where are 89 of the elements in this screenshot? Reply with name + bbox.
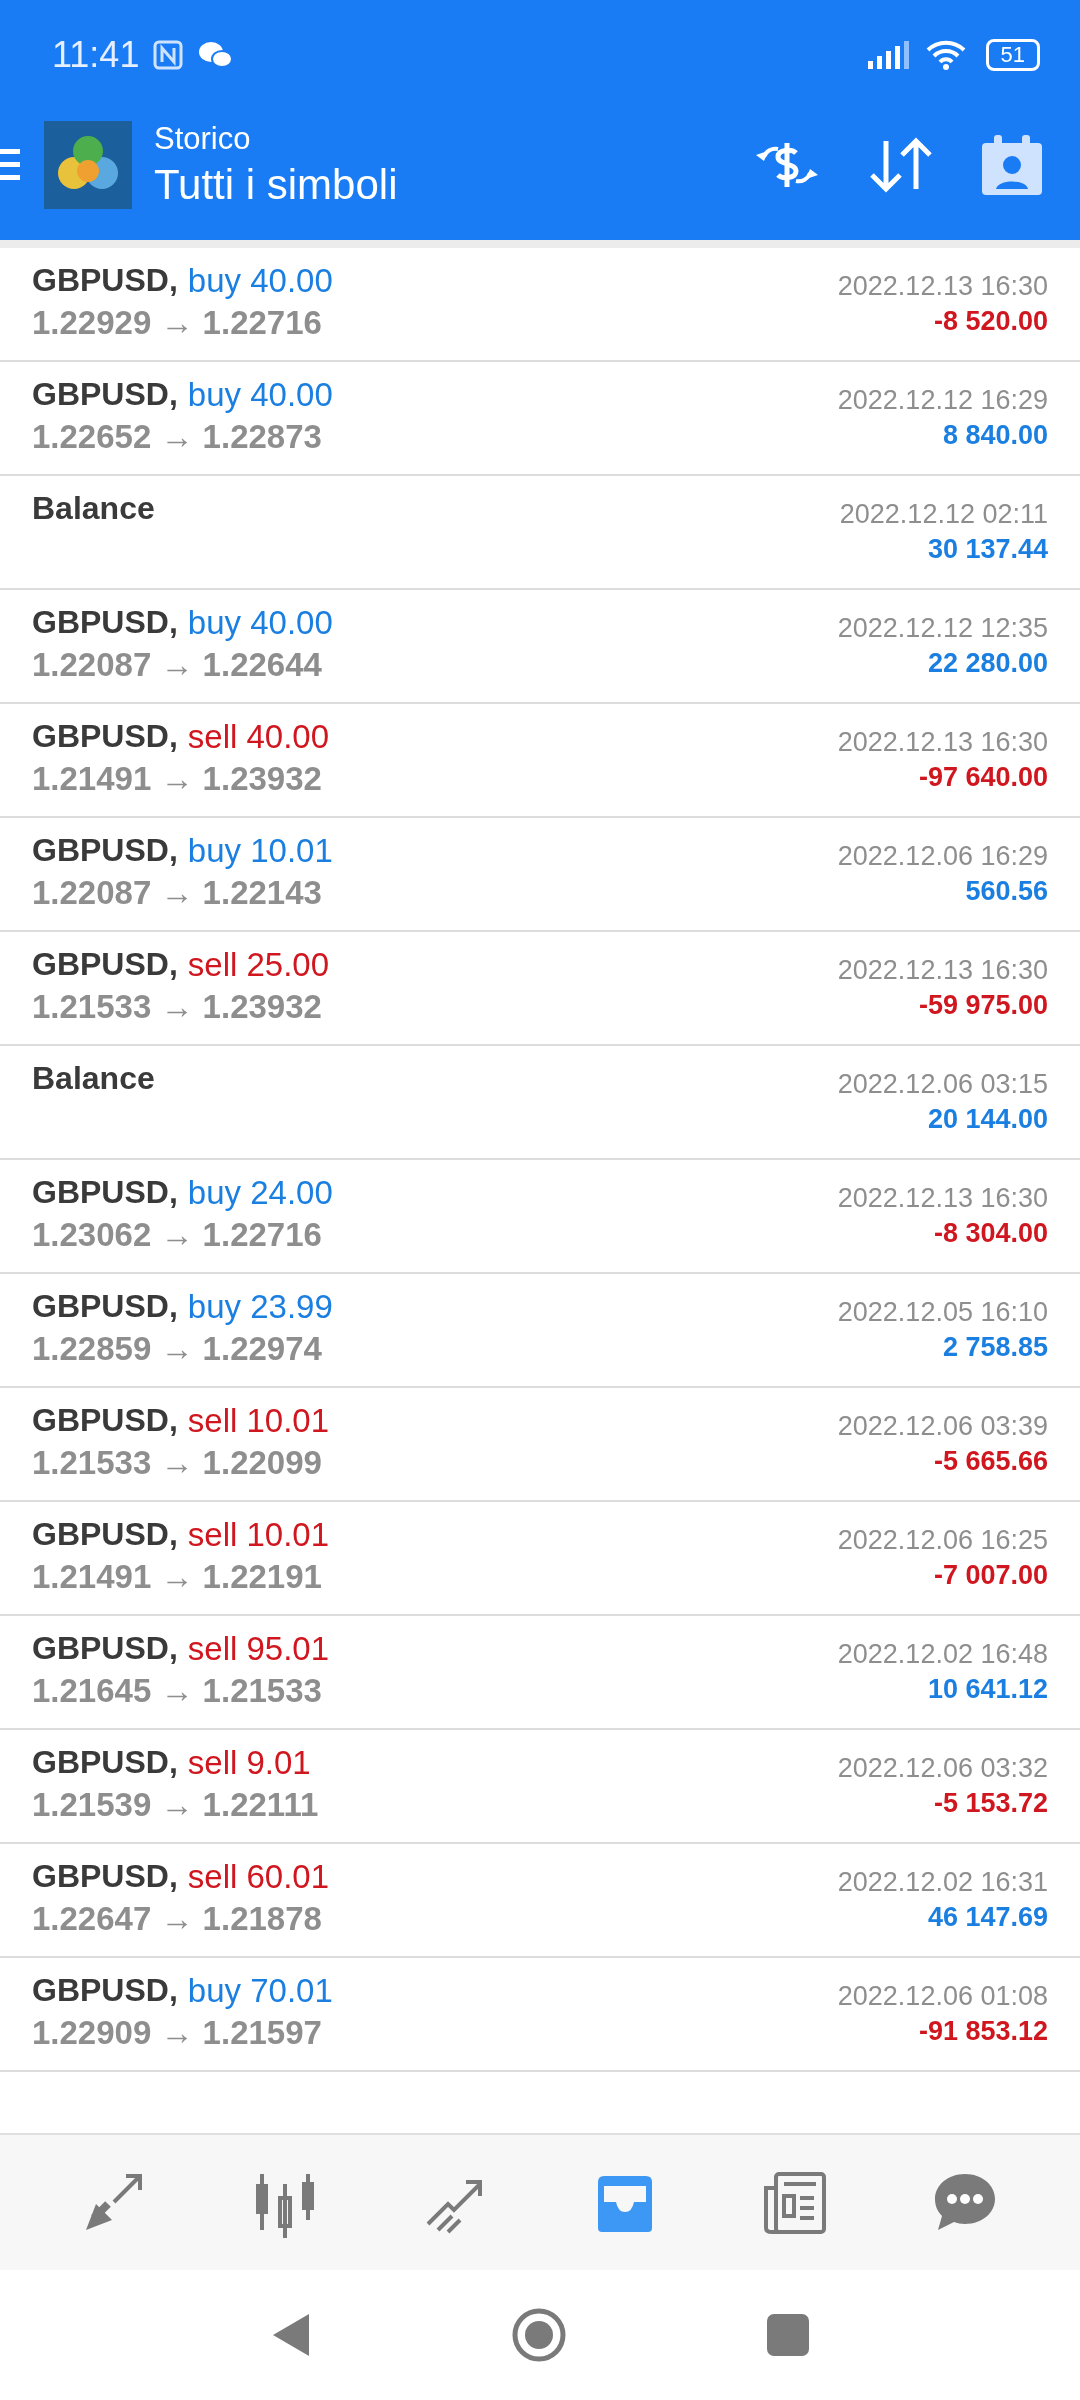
profit-value: 10 641.12 (927, 1674, 1048, 1705)
profit-value: 2 758.85 (942, 1332, 1048, 1363)
trade-date: 2022.12.06 03:32 (837, 1753, 1048, 1784)
price-range: 1.21491 → 1.22191 (32, 1558, 323, 1596)
trade-date: 2022.12.06 03:39 (837, 1411, 1048, 1442)
app-logo-icon (44, 121, 132, 209)
trade-date: 2022.12.06 03:15 (837, 1069, 1048, 1100)
profit-value: 30 137.44 (927, 534, 1048, 565)
profit-value: 20 144.00 (927, 1104, 1048, 1135)
trade-date: 2022.12.13 16:30 (837, 271, 1048, 302)
profit-value: -59 975.00 (918, 990, 1048, 1021)
price-range: 1.21539 → 1.22111 (32, 1786, 319, 1824)
operation-label: Balance (32, 490, 155, 527)
calendar-person-icon[interactable] (980, 133, 1044, 197)
symbol-label: GBPUSD, (32, 832, 178, 870)
symbol-label: GBPUSD, (32, 1744, 178, 1782)
home-icon[interactable] (511, 2307, 567, 2363)
trade-date: 2022.12.02 16:31 (837, 1867, 1048, 1898)
trade-action: buy 40.00 (187, 376, 333, 414)
symbol-label: GBPUSD, (32, 718, 178, 756)
trade-date: 2022.12.02 16:48 (837, 1639, 1048, 1670)
price-range: 1.21491 → 1.23932 (32, 760, 323, 798)
trade-action: buy 24.00 (187, 1174, 333, 1212)
price-range: 1.21533 → 1.22099 (32, 1444, 323, 1482)
screen-subtitle: Storico (154, 121, 252, 157)
profit-value: -8 304.00 (933, 1218, 1048, 1249)
symbol-label: GBPUSD, (32, 262, 178, 300)
trade-date: 2022.12.12 02:11 (839, 499, 1048, 530)
price-range: 1.21533 → 1.23932 (32, 988, 323, 1026)
trade-date: 2022.12.05 16:10 (837, 1297, 1048, 1328)
status-time: 11:41 (52, 34, 140, 76)
price-range: 1.22652 → 1.22873 (32, 418, 323, 456)
profit-value: -7 007.00 (933, 1560, 1048, 1591)
symbol-label: GBPUSD, (32, 946, 178, 984)
price-range: 1.22859 → 1.22974 (32, 1330, 323, 1368)
profit-value: -5 153.72 (933, 1788, 1048, 1819)
trade-date: 2022.12.12 16:29 (837, 385, 1048, 416)
price-range: 1.22929 → 1.22716 (32, 304, 323, 342)
symbol-label: GBPUSD, (32, 376, 178, 414)
profit-value: 46 147.69 (927, 1902, 1048, 1933)
trade-date: 2022.12.13 16:30 (837, 955, 1048, 986)
trade-date: 2022.12.12 12:35 (837, 613, 1048, 644)
trade-action: buy 10.01 (187, 832, 333, 870)
profit-value: -97 640.00 (918, 762, 1048, 793)
trade-action: buy 40.00 (187, 262, 333, 300)
nfc-icon (153, 40, 184, 70)
trade-date: 2022.12.06 16:29 (837, 841, 1048, 872)
price-range: 1.22909 → 1.21597 (32, 2014, 323, 2052)
trade-action: sell 9.01 (187, 1744, 311, 1782)
trade-action: buy 23.99 (187, 1288, 333, 1326)
trade-action: buy 70.01 (187, 1972, 333, 2010)
symbol-label: GBPUSD, (32, 1402, 178, 1440)
back-icon[interactable] (271, 2312, 311, 2358)
symbol-label: GBPUSD, (32, 604, 178, 642)
trade-action: sell 10.01 (187, 1516, 330, 1554)
profit-value: -5 665.66 (933, 1446, 1048, 1477)
profit-value: 8 840.00 (942, 420, 1048, 451)
price-range: 1.23062 → 1.22716 (32, 1216, 323, 1254)
price-range: 1.21645 → 1.21533 (32, 1672, 323, 1710)
trade-date: 2022.12.13 16:30 (837, 727, 1048, 758)
symbol-label: GBPUSD, (32, 1972, 178, 2010)
symbol-label: GBPUSD, (32, 1174, 178, 1212)
trade-action: sell 25.00 (187, 946, 330, 984)
trade-action: buy 40.00 (187, 604, 333, 642)
trade-date: 2022.12.13 16:30 (837, 1183, 1048, 1214)
symbol-label: GBPUSD, (32, 1288, 178, 1326)
symbol-label: GBPUSD, (32, 1630, 178, 1668)
profit-value: -8 520.00 (933, 306, 1048, 337)
trade-action: sell 10.01 (187, 1402, 330, 1440)
profit-value: -91 853.12 (918, 2016, 1048, 2047)
trade-action: sell 40.00 (187, 718, 330, 756)
signal-icon (867, 41, 912, 69)
price-range: 1.22087 → 1.22143 (32, 874, 323, 912)
symbol-label: GBPUSD, (32, 1858, 178, 1896)
profit-value: 560.56 (965, 876, 1048, 907)
symbol-label: GBPUSD, (32, 1516, 178, 1554)
screen-title: Tutti i simboli (154, 161, 398, 209)
recents-icon[interactable] (767, 2314, 809, 2356)
trade-date: 2022.12.06 16:25 (837, 1525, 1048, 1556)
price-range: 1.22647 → 1.21878 (32, 1900, 323, 1938)
menu-icon[interactable] (0, 147, 20, 183)
trade-action: sell 95.01 (187, 1630, 330, 1668)
profit-value: 22 280.00 (927, 648, 1048, 679)
price-range: 1.22087 → 1.22644 (32, 646, 323, 684)
trade-date: 2022.12.06 01:08 (837, 1981, 1048, 2012)
operation-label: Balance (32, 1060, 155, 1097)
wifi-icon (925, 40, 966, 70)
trade-action: sell 60.01 (187, 1858, 330, 1896)
battery-indicator: 51 (985, 39, 1040, 71)
